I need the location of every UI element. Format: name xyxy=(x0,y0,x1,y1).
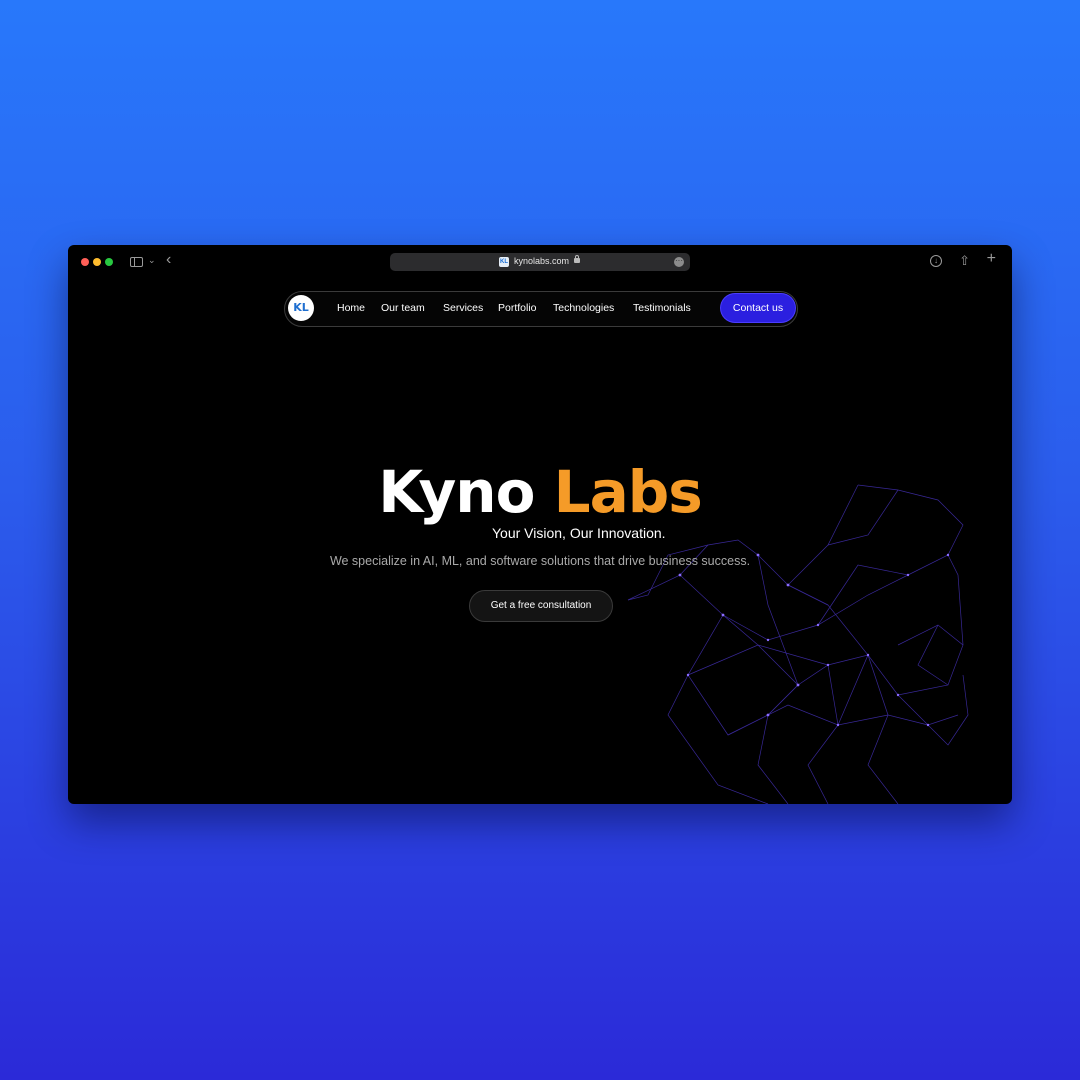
browser-window: ⌄ ‹ KL kynolabs.com ··· ↓ ⇧ + KL Home Ou… xyxy=(68,245,1012,804)
site-logo[interactable]: KL xyxy=(288,295,314,321)
address-bar[interactable]: KL kynolabs.com ··· xyxy=(390,253,690,271)
free-consultation-button[interactable]: Get a free consultation xyxy=(469,590,613,622)
favicon-icon: KL xyxy=(499,257,509,267)
hero-title-accent: Labs xyxy=(553,458,703,526)
zoom-window-button[interactable] xyxy=(105,258,113,266)
nav-services-link[interactable]: Services xyxy=(443,302,483,314)
url-text: kynolabs.com xyxy=(514,256,570,266)
close-window-button[interactable] xyxy=(81,258,89,266)
hero-title-primary: Kyno xyxy=(378,458,535,526)
share-icon[interactable]: ⇧ xyxy=(959,253,970,269)
site-navbar: KL Home Our team Services Portfolio Tech… xyxy=(284,291,798,327)
browser-toolbar: ⌄ ‹ KL kynolabs.com ··· ↓ ⇧ + xyxy=(68,245,1012,279)
lock-icon xyxy=(574,255,580,263)
minimize-window-button[interactable] xyxy=(93,258,101,266)
contact-us-button[interactable]: Contact us xyxy=(721,294,795,322)
hero-tagline: Your Vision, Our Innovation. xyxy=(492,525,666,541)
chevron-down-icon[interactable]: ⌄ xyxy=(148,255,156,266)
download-icon[interactable]: ↓ xyxy=(930,255,942,267)
hero-description: We specialize in AI, ML, and software so… xyxy=(329,554,751,568)
nav-portfolio-link[interactable]: Portfolio xyxy=(498,302,537,314)
sidebar-icon[interactable] xyxy=(130,257,143,267)
back-icon[interactable]: ‹ xyxy=(166,251,171,269)
nav-testimonials-link[interactable]: Testimonials xyxy=(633,302,691,314)
hero-title: Kyno Labs xyxy=(68,460,1012,524)
nav-technologies-link[interactable]: Technologies xyxy=(553,302,614,314)
nav-home-link[interactable]: Home xyxy=(337,302,365,314)
new-tab-icon[interactable]: + xyxy=(987,250,996,268)
nav-our-team-link[interactable]: Our team xyxy=(381,302,425,314)
more-icon[interactable]: ··· xyxy=(674,257,684,267)
